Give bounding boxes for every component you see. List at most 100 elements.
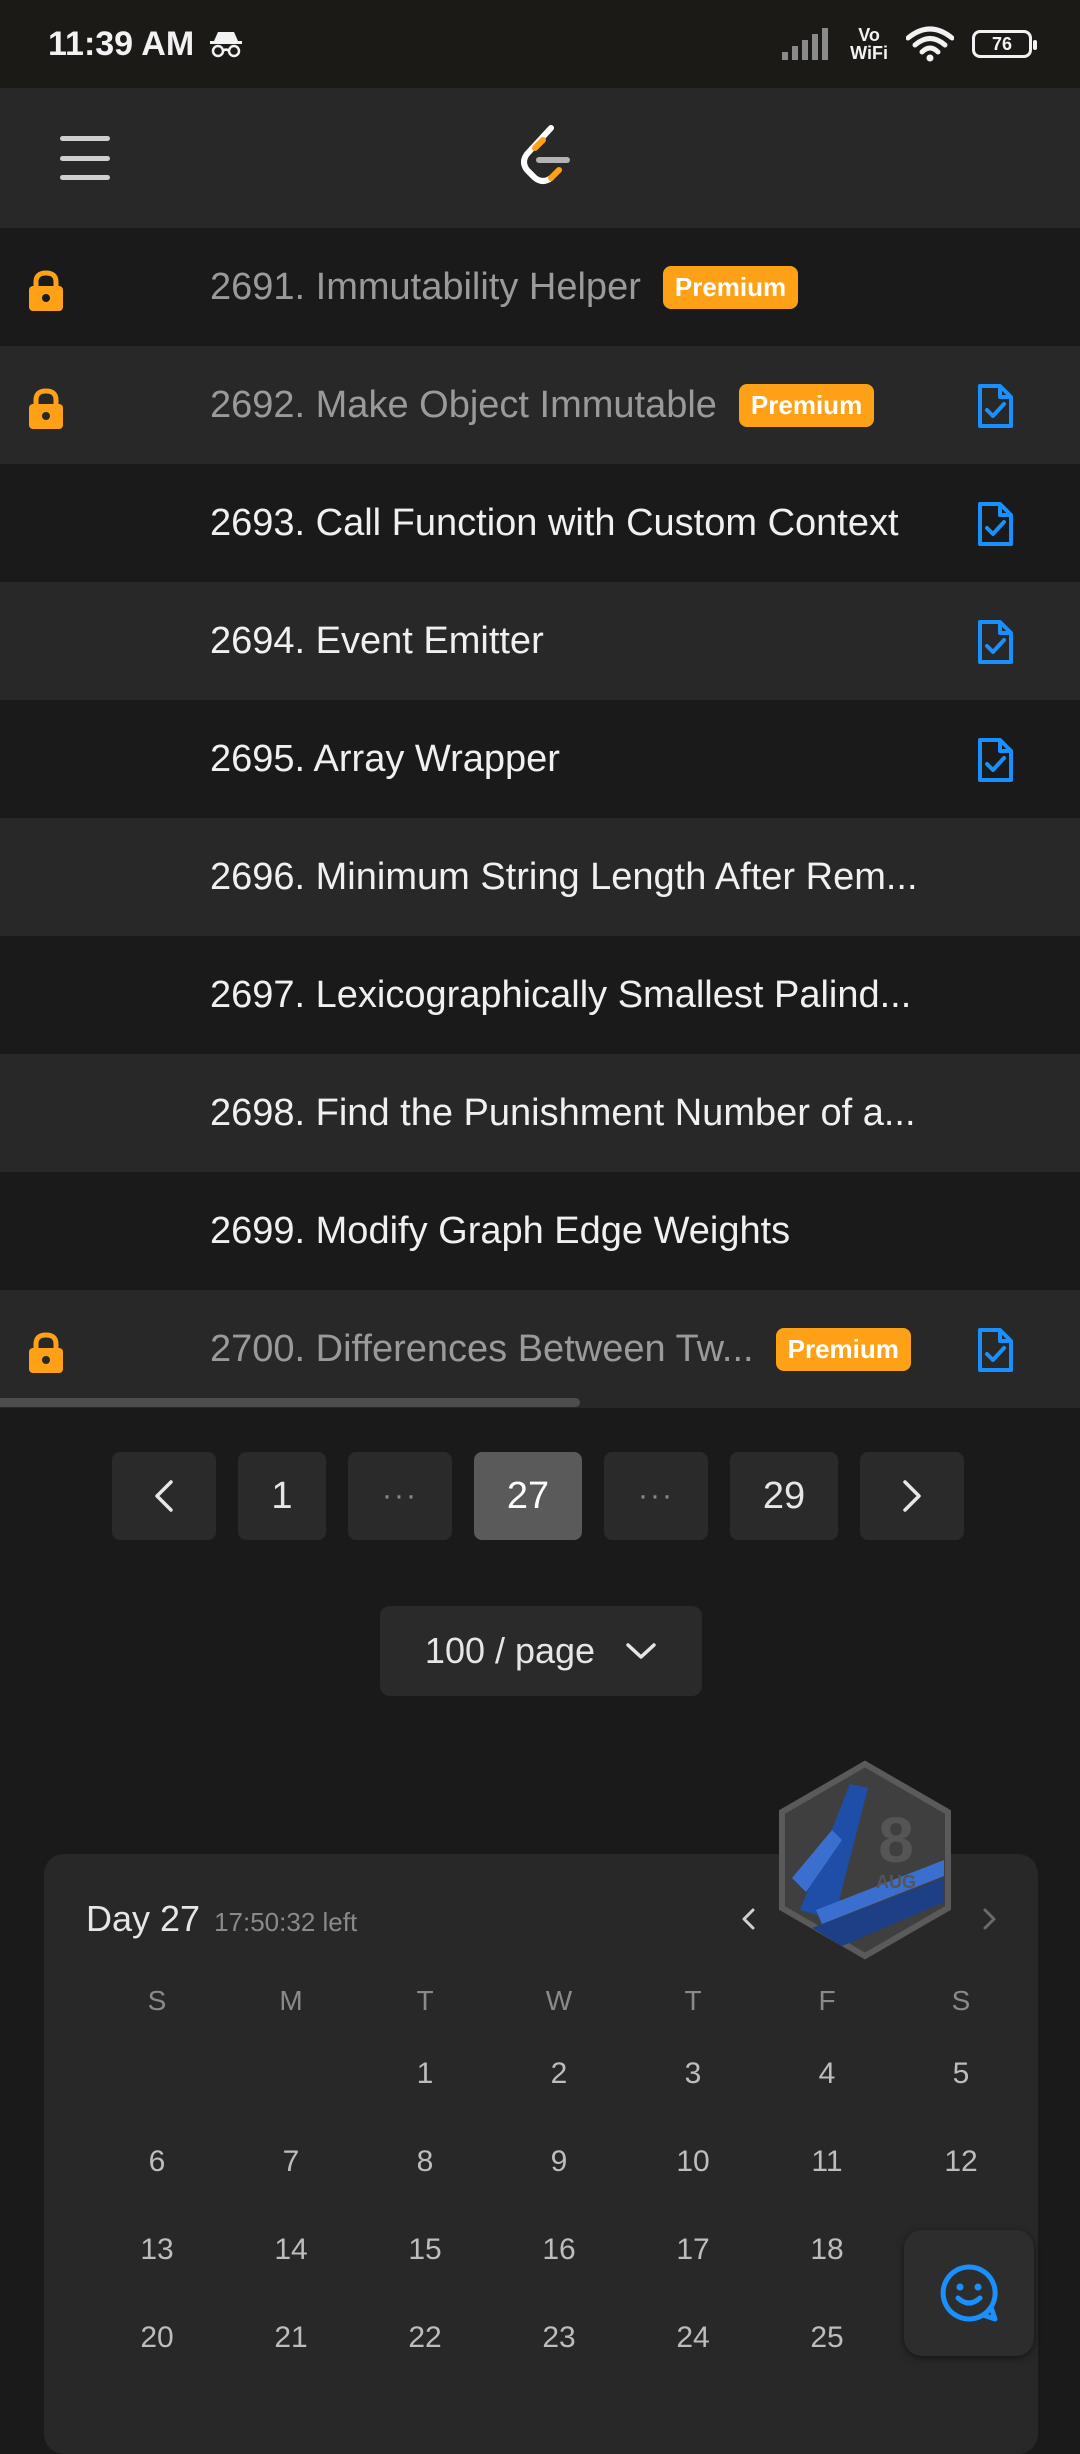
chevron-down-icon bbox=[626, 1643, 656, 1659]
chevron-right-icon bbox=[903, 1480, 921, 1512]
badge-number: 8 bbox=[878, 1804, 914, 1876]
problem-title[interactable]: 2697. Lexicographically Smallest Palind.… bbox=[210, 974, 911, 1017]
problem-title-cell: 2694. Event Emitter bbox=[210, 582, 544, 700]
menu-icon-bar bbox=[60, 155, 110, 161]
pagination: 1 ··· 27 ··· 29 bbox=[112, 1452, 964, 1540]
problem-row[interactable]: 2695. Array Wrapper bbox=[0, 700, 1080, 818]
calendar-day[interactable]: 18 bbox=[760, 2233, 894, 2267]
calendar-day[interactable]: 8 bbox=[358, 2145, 492, 2179]
daily-challenge-calendar: Day 27 17:50:32 left 8 AUG S M T W T F S… bbox=[44, 1760, 1038, 2454]
incognito-icon bbox=[210, 32, 243, 58]
problem-title[interactable]: 2693. Call Function with Custom Context bbox=[210, 502, 899, 545]
app-header bbox=[0, 88, 1080, 228]
problem-row[interactable]: 2699. Modify Graph Edge Weights bbox=[0, 1172, 1080, 1290]
premium-badge: Premium bbox=[775, 1327, 911, 1371]
calendar-day[interactable]: 1 bbox=[358, 2057, 492, 2091]
page-size-select[interactable]: 100 / page bbox=[380, 1606, 702, 1696]
calendar-day[interactable]: 21 bbox=[224, 2321, 358, 2355]
menu-button[interactable] bbox=[60, 136, 110, 180]
solution-document-icon[interactable] bbox=[972, 383, 1018, 429]
prev-page-button[interactable] bbox=[112, 1452, 216, 1540]
problem-title[interactable]: 2695. Array Wrapper bbox=[210, 738, 560, 781]
calendar-day[interactable]: 9 bbox=[492, 2145, 626, 2179]
calendar-day[interactable]: 11 bbox=[760, 2145, 894, 2179]
problem-row[interactable]: 2698. Find the Punishment Number of a... bbox=[0, 1054, 1080, 1172]
page-ellipsis-left[interactable]: ··· bbox=[348, 1452, 452, 1540]
calendar-day[interactable]: 15 bbox=[358, 2233, 492, 2267]
status-bar: 11:39 AM Vo WiFi 76 bbox=[0, 0, 1080, 88]
problem-row[interactable]: 2694. Event Emitter bbox=[0, 582, 1080, 700]
calendar-day[interactable]: 10 bbox=[626, 2145, 760, 2179]
problem-row[interactable]: 2696. Minimum String Length After Rem... bbox=[0, 818, 1080, 936]
page-ellipsis-right[interactable]: ··· bbox=[604, 1452, 708, 1540]
problem-row[interactable]: 2693. Call Function with Custom Context bbox=[0, 464, 1080, 582]
page-button-last[interactable]: 29 bbox=[730, 1452, 838, 1540]
status-left: 11:39 AM bbox=[48, 25, 244, 64]
vowifi-bottom: WiFi bbox=[850, 43, 888, 63]
calendar-day[interactable]: 2 bbox=[492, 2057, 626, 2091]
calendar-week-row: 13 14 15 16 17 18 19 bbox=[44, 2206, 1038, 2294]
leetcode-logo-icon[interactable] bbox=[515, 124, 575, 188]
calendar-day[interactable]: 17 bbox=[626, 2233, 760, 2267]
problem-title[interactable]: 2694. Event Emitter bbox=[210, 620, 544, 663]
problem-row[interactable]: 2700. Differences Between Tw... Premium bbox=[0, 1290, 1080, 1408]
calendar-day[interactable]: 22 bbox=[358, 2321, 492, 2355]
problem-title-cell: 2691. Immutability Helper Premium bbox=[210, 228, 799, 346]
badge-month: AUG bbox=[876, 1872, 916, 1892]
weekday-label: S bbox=[147, 1985, 167, 2016]
calendar-day[interactable]: 14 bbox=[224, 2233, 358, 2267]
calendar-day[interactable]: 7 bbox=[224, 2145, 358, 2179]
horizontal-scrollbar[interactable] bbox=[0, 1398, 580, 1407]
calendar-day[interactable]: 13 bbox=[90, 2233, 224, 2267]
calendar-day[interactable]: 6 bbox=[90, 2145, 224, 2179]
problem-title[interactable]: 2698. Find the Punishment Number of a... bbox=[210, 1092, 916, 1135]
calendar-day[interactable]: 12 bbox=[894, 2145, 1028, 2179]
feedback-chat-button[interactable] bbox=[904, 2230, 1034, 2356]
calendar-day[interactable]: 4 bbox=[760, 2057, 894, 2091]
calendar-day[interactable]: 3 bbox=[626, 2057, 760, 2091]
problem-title-cell: 2695. Array Wrapper bbox=[210, 700, 560, 818]
problem-title[interactable]: 2692. Make Object Immutable bbox=[210, 384, 717, 427]
status-right: Vo WiFi 76 bbox=[782, 26, 1037, 62]
solution-document-icon[interactable] bbox=[972, 1327, 1018, 1373]
problem-title[interactable]: 2691. Immutability Helper bbox=[210, 266, 641, 309]
calendar-week-row: 20 21 22 23 24 25 26 bbox=[44, 2294, 1038, 2382]
vowifi-indicator: Vo WiFi bbox=[850, 26, 888, 62]
battery-level: 76 bbox=[991, 33, 1013, 54]
problem-title[interactable]: 2696. Minimum String Length After Rem... bbox=[210, 856, 918, 899]
premium-badge: Premium bbox=[662, 265, 799, 309]
weekday-label: W bbox=[545, 1985, 573, 2016]
weekday-label: M bbox=[279, 1985, 303, 2016]
calendar-prev-month-icon[interactable] bbox=[734, 1904, 764, 1934]
calendar-time-left: 17:50:32 left bbox=[214, 1907, 358, 1937]
monthly-badge-icon[interactable]: 8 AUG bbox=[772, 1760, 958, 1960]
menu-icon-bar bbox=[60, 136, 110, 141]
problem-title[interactable]: 2699. Modify Graph Edge Weights bbox=[210, 1210, 790, 1253]
battery-indicator: 76 bbox=[972, 30, 1037, 58]
problem-title[interactable]: 2700. Differences Between Tw... bbox=[210, 1328, 754, 1371]
problem-title-cell: 2700. Differences Between Tw... Premium bbox=[210, 1290, 911, 1408]
calendar-day[interactable]: 23 bbox=[492, 2321, 626, 2355]
calendar-day[interactable]: 25 bbox=[760, 2321, 894, 2355]
calendar-day[interactable]: 24 bbox=[626, 2321, 760, 2355]
smiley-chat-icon bbox=[940, 2264, 998, 2322]
chevron-left-icon bbox=[155, 1480, 173, 1512]
problem-row[interactable]: 2691. Immutability Helper Premium bbox=[0, 228, 1080, 346]
lock-icon bbox=[29, 388, 63, 429]
solution-document-icon[interactable] bbox=[972, 619, 1018, 665]
solution-document-icon[interactable] bbox=[972, 501, 1018, 547]
calendar-next-month-icon[interactable] bbox=[974, 1904, 1004, 1934]
problem-title-cell: 2699. Modify Graph Edge Weights bbox=[210, 1172, 790, 1290]
calendar-day-label: Day 27 bbox=[86, 1898, 201, 1939]
problem-row[interactable]: 2697. Lexicographically Smallest Palind.… bbox=[0, 936, 1080, 1054]
status-time: 11:39 AM bbox=[48, 24, 195, 63]
problem-row[interactable]: 2692. Make Object Immutable Premium bbox=[0, 346, 1080, 464]
calendar-day[interactable]: 20 bbox=[90, 2321, 224, 2355]
page-button-first[interactable]: 1 bbox=[238, 1452, 326, 1540]
calendar-day[interactable]: 16 bbox=[492, 2233, 626, 2267]
calendar-week-row: 6 7 8 9 10 11 12 bbox=[44, 2118, 1038, 2206]
calendar-day[interactable]: 5 bbox=[894, 2057, 1028, 2091]
solution-document-icon[interactable] bbox=[972, 737, 1018, 783]
next-page-button[interactable] bbox=[860, 1452, 964, 1540]
page-button-current[interactable]: 27 bbox=[474, 1452, 582, 1540]
